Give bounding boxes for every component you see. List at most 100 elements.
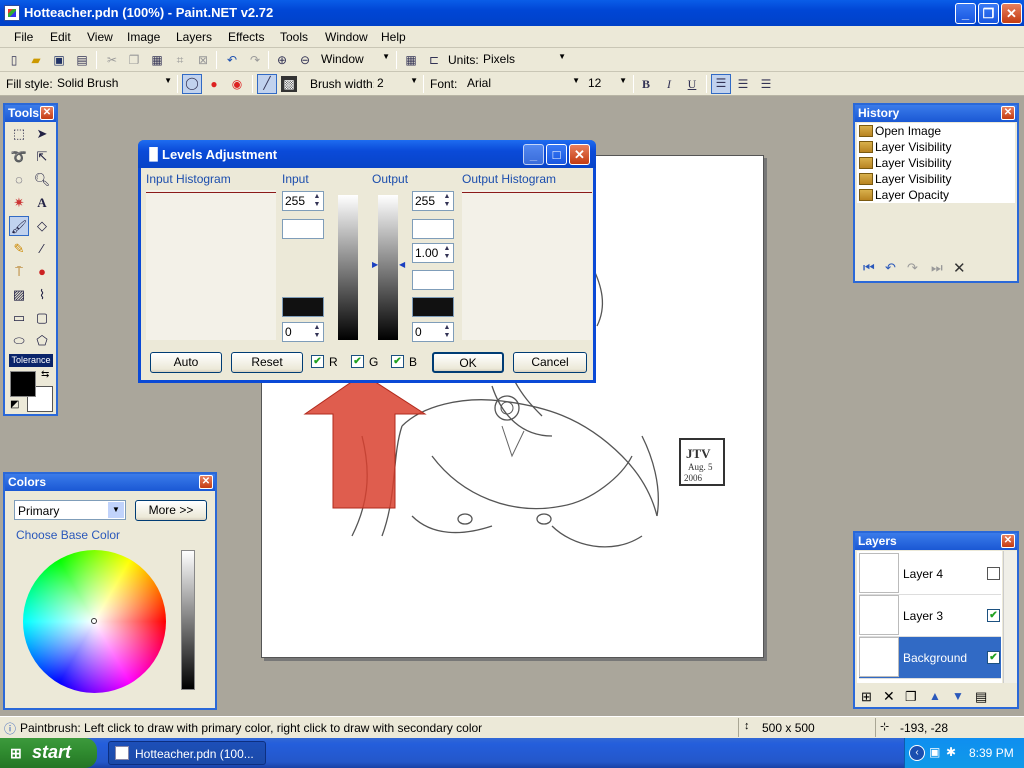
align-left-icon[interactable]: ☰	[711, 74, 731, 94]
crop-icon[interactable]: ⌗	[172, 52, 188, 68]
rewind-icon[interactable]: ⏮	[863, 260, 875, 276]
layer-visibility-checkbox[interactable]: ✔	[987, 651, 1000, 664]
color-wheel[interactable]	[23, 550, 166, 693]
layer-visibility-checkbox[interactable]	[987, 567, 1000, 580]
layer-row-selected[interactable]: Background ✔	[859, 637, 1001, 679]
brightness-slider[interactable]	[181, 550, 195, 690]
font-combo[interactable]: Arial ▼	[464, 74, 582, 93]
units-combo[interactable]: Pixels ▼	[480, 50, 568, 69]
history-item[interactable]: Layer Visibility	[859, 140, 951, 156]
colors-close-icon[interactable]: ✕	[199, 475, 213, 489]
tray-expand-icon[interactable]: ‹	[909, 745, 925, 761]
gamma-marker-right[interactable]: ◀	[399, 260, 405, 269]
layers-panel-header[interactable]: Layers	[855, 533, 1017, 550]
delete-history-icon[interactable]: ✕	[953, 259, 966, 277]
dialog-minimize-button[interactable]: _	[523, 144, 544, 165]
reset-button[interactable]: Reset	[231, 352, 303, 373]
taskbar-item-paintnet[interactable]: Hotteacher.pdn (100...	[108, 741, 266, 765]
menu-layers[interactable]: Layers	[176, 30, 212, 44]
paste-icon[interactable]: ▦	[149, 52, 165, 68]
zoom-out-icon[interactable]: ⊖	[297, 52, 313, 68]
menu-help[interactable]: Help	[381, 30, 406, 44]
history-item[interactable]: Open Image	[859, 124, 941, 140]
fill-style-combo[interactable]: Solid Brush ▼	[54, 74, 174, 93]
input-high-spinner[interactable]: 255 ▲ ▼	[282, 191, 324, 211]
draw-filled-shape-icon[interactable]: ●	[206, 76, 222, 92]
menu-image[interactable]: Image	[127, 30, 160, 44]
align-right-icon[interactable]: ☰	[758, 76, 774, 92]
layers-close-icon[interactable]: ✕	[1001, 534, 1015, 548]
close-button[interactable]: ✕	[1001, 3, 1022, 24]
antialias-on-icon[interactable]: ╱	[257, 74, 277, 94]
text-tool-icon[interactable]: A	[32, 193, 52, 213]
menu-file[interactable]: File	[14, 30, 33, 44]
recolor-icon[interactable]: ●	[32, 262, 52, 282]
undo-icon[interactable]: ↶	[224, 52, 240, 68]
underline-button[interactable]: U	[684, 76, 700, 92]
output-high-color[interactable]	[412, 219, 454, 239]
history-panel-header[interactable]: History	[855, 105, 1017, 122]
redo-icon[interactable]: ↷	[247, 52, 263, 68]
duplicate-layer-icon[interactable]: ❐	[905, 689, 917, 705]
ellipse-select-icon[interactable]: ◌	[9, 170, 29, 190]
brush-width-combo[interactable]: 2 ▼	[374, 74, 420, 93]
color-mode-select[interactable]: Primary ▼	[14, 500, 126, 520]
magic-wand-icon[interactable]: ✷	[9, 193, 29, 213]
antialias-off-icon[interactable]: ▩	[281, 76, 297, 92]
volume-icon[interactable]: ✱	[946, 745, 956, 759]
eraser-icon[interactable]: ◇	[32, 216, 52, 236]
input-high-color[interactable]	[282, 219, 324, 239]
swap-colors-icon[interactable]: ⇆	[41, 369, 49, 380]
ok-button[interactable]: OK	[432, 352, 504, 373]
dialog-maximize-button[interactable]: □	[546, 144, 567, 165]
rectangle-icon[interactable]: ▭	[9, 308, 29, 328]
zoom-window-combo[interactable]: Window ▼	[318, 50, 392, 69]
delete-layer-icon[interactable]: ✕	[883, 688, 895, 705]
output-mid-color[interactable]	[412, 270, 454, 290]
open-file-icon[interactable]: ▰	[28, 52, 44, 68]
layer-visibility-checkbox[interactable]: ✔	[987, 609, 1000, 622]
output-gradient-slider[interactable]	[378, 195, 398, 340]
rulers-icon[interactable]: ⊏	[426, 52, 442, 68]
restore-button[interactable]: ❐	[978, 3, 999, 24]
move-layer-up-icon[interactable]: ▲	[929, 689, 941, 703]
tools-close-icon[interactable]: ✕	[40, 106, 54, 120]
cut-icon[interactable]: ✂	[104, 52, 120, 68]
menu-effects[interactable]: Effects	[228, 30, 264, 44]
clone-stamp-icon[interactable]: ⍑	[9, 262, 29, 282]
channel-r-checkbox[interactable]: ✔	[311, 355, 324, 368]
output-gamma-spinner[interactable]: 1.00 ▲ ▼	[412, 243, 454, 263]
italic-button[interactable]: I	[661, 76, 677, 92]
undo-history-icon[interactable]: ↶	[885, 260, 896, 276]
more-colors-button[interactable]: More >>	[135, 500, 207, 521]
channel-g-checkbox[interactable]: ✔	[351, 355, 364, 368]
auto-button[interactable]: Auto	[150, 352, 222, 373]
gamma-marker-left[interactable]: ▶	[372, 260, 378, 269]
history-item[interactable]: Layer Opacity	[859, 188, 949, 204]
dialog-close-button[interactable]: ✕	[569, 144, 590, 165]
lasso-icon[interactable]: ➰	[9, 147, 29, 167]
move-layer-down-icon[interactable]: ▼	[952, 689, 964, 703]
reset-colors-icon[interactable]: ◩	[10, 399, 19, 410]
align-center-icon[interactable]: ☰	[735, 76, 751, 92]
save-icon[interactable]: ▣	[51, 52, 67, 68]
menu-window[interactable]: Window	[325, 30, 368, 44]
input-gradient-slider[interactable]	[338, 195, 358, 340]
font-size-combo[interactable]: 12 ▼	[585, 74, 629, 93]
output-low-color[interactable]	[412, 297, 454, 317]
channel-b-checkbox[interactable]: ✔	[391, 355, 404, 368]
window-title-bar[interactable]: Hotteacher.pdn (100%) - Paint.NET v2.72 …	[0, 0, 1024, 26]
history-close-icon[interactable]: ✕	[1001, 106, 1015, 120]
tolerance-label[interactable]: Tolerance	[9, 354, 53, 367]
history-item[interactable]: Layer Visibility	[859, 156, 951, 172]
input-low-color[interactable]	[282, 297, 324, 317]
menu-edit[interactable]: Edit	[50, 30, 71, 44]
primary-color-swatch[interactable]	[10, 371, 36, 397]
rounded-rect-icon[interactable]: ▢	[32, 308, 52, 328]
copy-icon[interactable]: ❐	[126, 52, 142, 68]
paintbrush-icon[interactable]: 🖌︎	[9, 216, 29, 236]
minimize-button[interactable]: _	[955, 3, 976, 24]
zoom-icon[interactable]: 🔍︎	[32, 170, 52, 190]
paint-bucket-icon[interactable]: ▨	[9, 285, 29, 305]
menu-view[interactable]: View	[87, 30, 113, 44]
